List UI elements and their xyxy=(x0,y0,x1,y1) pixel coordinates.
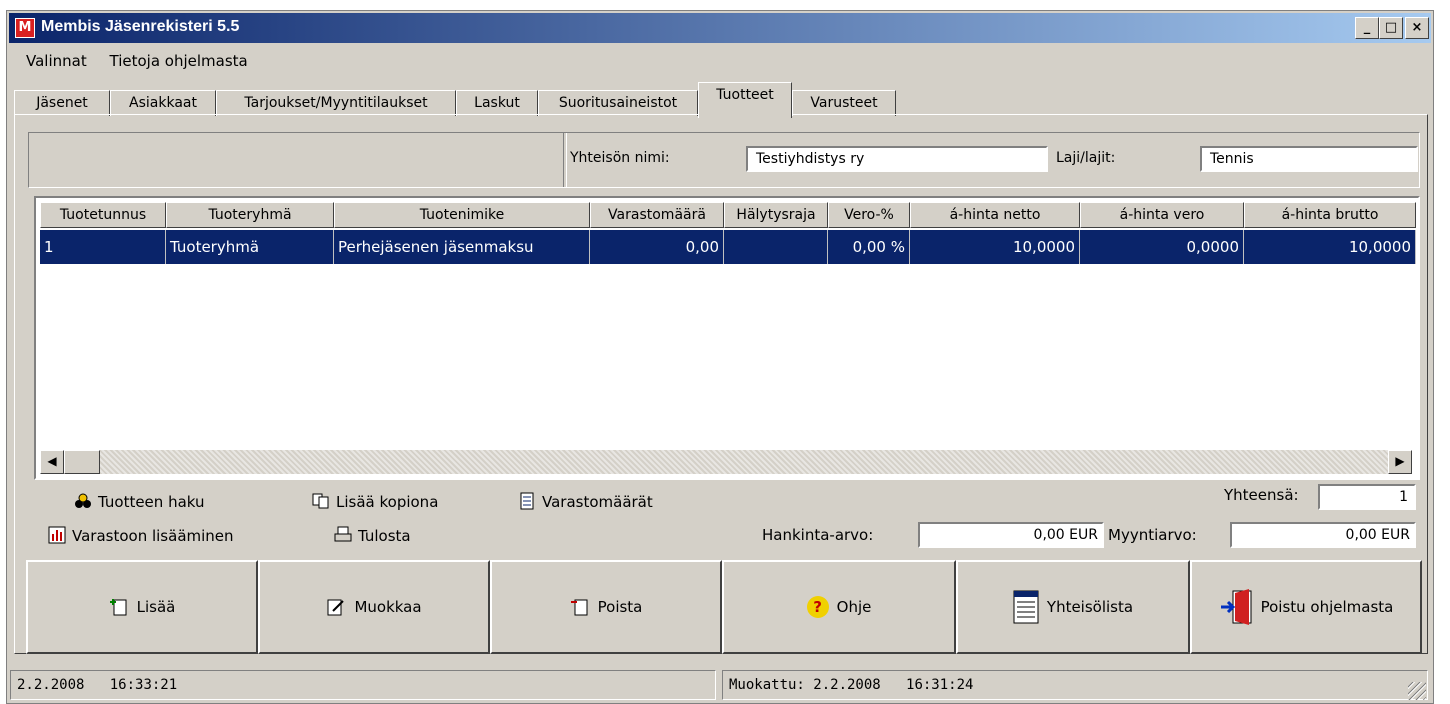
edit-button[interactable]: Muokkaa xyxy=(258,560,490,654)
status-modified-date: Muokattu: 2.2.2008 xyxy=(729,677,881,693)
add-document-icon xyxy=(109,599,127,616)
add-to-stock-label: Varastoon lisääminen xyxy=(72,527,234,545)
cell-tuotenimike: Perhejäsenen jäsenmaksu xyxy=(334,230,590,264)
binoculars-icon xyxy=(75,493,91,508)
product-search-button[interactable]: Tuotteen haku xyxy=(74,492,205,511)
tab-tarjoukset[interactable]: Tarjoukset/Myyntitilaukset xyxy=(216,90,456,116)
close-button[interactable]: × xyxy=(1405,17,1429,39)
col-vero[interactable]: Vero-% xyxy=(828,202,910,228)
edit-label: Muokkaa xyxy=(354,598,422,616)
add-copy-label: Lisää kopiona xyxy=(336,493,439,511)
tab-suoritusaineistot[interactable]: Suoritusaineistot xyxy=(538,90,698,116)
purchase-value-label: Hankinta-arvo: xyxy=(762,526,874,544)
sport-label: Laji/lajit: xyxy=(1056,150,1116,166)
cell-vero: 0,00 % xyxy=(828,230,910,264)
exit-label: Poistu ohjelmasta xyxy=(1260,598,1394,616)
tab-laskut[interactable]: Laskut xyxy=(456,90,538,116)
exit-door-icon xyxy=(1220,589,1252,625)
list-icon xyxy=(520,492,534,510)
printer-icon xyxy=(334,526,352,542)
cell-varastomaara: 0,00 xyxy=(590,230,724,264)
minimize-button[interactable]: _ xyxy=(1355,17,1379,39)
col-brutto[interactable]: á-hinta brutto xyxy=(1244,202,1416,228)
cell-halytysraja xyxy=(724,230,828,264)
total-count-label: Yhteensä: xyxy=(1224,486,1299,504)
menu-valinnat[interactable]: Valinnat xyxy=(26,52,87,70)
title-bar[interactable]: M Membis Jäsenrekisteri 5.5 _ □ × xyxy=(9,13,1431,43)
tab-varusteet[interactable]: Varusteet xyxy=(792,90,896,116)
purchase-value-field: 0,00 EUR xyxy=(918,522,1104,548)
delete-document-icon xyxy=(570,599,588,616)
col-netto[interactable]: á-hinta netto xyxy=(910,202,1080,228)
cell-tuotetunnus: 1 xyxy=(40,230,166,264)
organization-list-button[interactable]: Yhteisölista xyxy=(956,560,1190,654)
scroll-thumb[interactable] xyxy=(64,450,100,474)
status-modified-time: 16:31:24 xyxy=(906,677,974,693)
stock-amounts-label: Varastomäärät xyxy=(542,493,653,511)
cell-brutto: 10,0000 xyxy=(1244,230,1416,264)
app-logo-icon: M xyxy=(15,18,35,38)
sales-value-field: 0,00 EUR xyxy=(1230,522,1416,548)
delete-label: Poista xyxy=(597,598,643,616)
org-name-label: Yhteisön nimi: xyxy=(570,150,670,166)
scroll-left-icon[interactable]: ◀ xyxy=(40,450,64,474)
product-search-label: Tuotteen haku xyxy=(98,493,205,511)
add-label: Lisää xyxy=(136,598,176,616)
status-time: 16:33:21 xyxy=(109,677,178,693)
help-button[interactable]: ? Ohje xyxy=(722,560,956,654)
col-halytysraja[interactable]: Hälytysraja xyxy=(724,202,828,228)
delete-button[interactable]: Poista xyxy=(490,560,722,654)
cell-netto: 10,0000 xyxy=(910,230,1080,264)
status-date: 2.2.2008 xyxy=(17,677,85,693)
col-tuoteryhma[interactable]: Tuoteryhmä xyxy=(166,202,334,228)
org-name-field[interactable]: Testiyhdistys ry xyxy=(746,146,1048,172)
organization-list-icon xyxy=(1013,590,1039,624)
status-modified: Muokattu: 2.2.2008 16:31:24 xyxy=(722,670,1428,700)
add-to-stock-button[interactable]: Varastoon lisääminen xyxy=(48,526,234,545)
status-datetime: 2.2.2008 16:33:21 xyxy=(10,670,716,700)
col-tuotenimike[interactable]: Tuotenimike xyxy=(334,202,590,228)
products-grid: Tuotetunnus Tuoteryhmä Tuotenimike Varas… xyxy=(34,196,1420,480)
help-label: Ohje xyxy=(836,598,872,616)
maximize-button[interactable]: □ xyxy=(1379,17,1403,39)
header-divider xyxy=(563,133,567,187)
resize-grip[interactable] xyxy=(1408,682,1426,700)
horizontal-scrollbar[interactable]: ◀ ▶ xyxy=(40,450,1412,474)
sales-value-label: Myyntiarvo: xyxy=(1108,526,1197,544)
organization-list-label: Yhteisölista xyxy=(1046,598,1134,616)
sport-field[interactable]: Tennis xyxy=(1200,146,1418,172)
print-button[interactable]: Tulosta xyxy=(334,526,411,545)
stock-chart-icon xyxy=(48,526,66,544)
print-label: Tulosta xyxy=(358,527,411,545)
window-title: Membis Jäsenrekisteri 5.5 xyxy=(41,18,240,35)
tab-jasenet[interactable]: Jäsenet xyxy=(14,90,110,116)
total-count-field: 1 xyxy=(1318,484,1416,510)
stock-amounts-button[interactable]: Varastomäärät xyxy=(518,492,653,511)
menu-bar: Valinnat Tietoja ohjelmasta xyxy=(26,52,266,76)
tab-tuotteet[interactable]: Tuotteet xyxy=(698,82,792,118)
scroll-right-icon[interactable]: ▶ xyxy=(1388,450,1412,474)
edit-icon xyxy=(327,599,345,616)
help-icon: ? xyxy=(806,596,829,618)
col-varastomaara[interactable]: Varastomäärä xyxy=(590,202,724,228)
add-copy-button[interactable]: Lisää kopiona xyxy=(312,492,438,511)
col-tuotetunnus[interactable]: Tuotetunnus xyxy=(40,202,166,228)
add-button[interactable]: Lisää xyxy=(26,560,258,654)
status-bar: 2.2.2008 16:33:21 Muokattu: 2.2.2008 16:… xyxy=(10,670,1428,702)
menu-tietoja[interactable]: Tietoja ohjelmasta xyxy=(110,52,248,70)
col-vero-hinta[interactable]: á-hinta vero xyxy=(1080,202,1244,228)
tab-asiakkaat[interactable]: Asiakkaat xyxy=(110,90,216,116)
exit-button[interactable]: Poistu ohjelmasta xyxy=(1190,560,1422,654)
cell-vero-hinta: 0,0000 xyxy=(1080,230,1244,264)
copy-icon xyxy=(312,493,329,509)
cell-tuoteryhma: Tuoteryhmä xyxy=(166,230,334,264)
